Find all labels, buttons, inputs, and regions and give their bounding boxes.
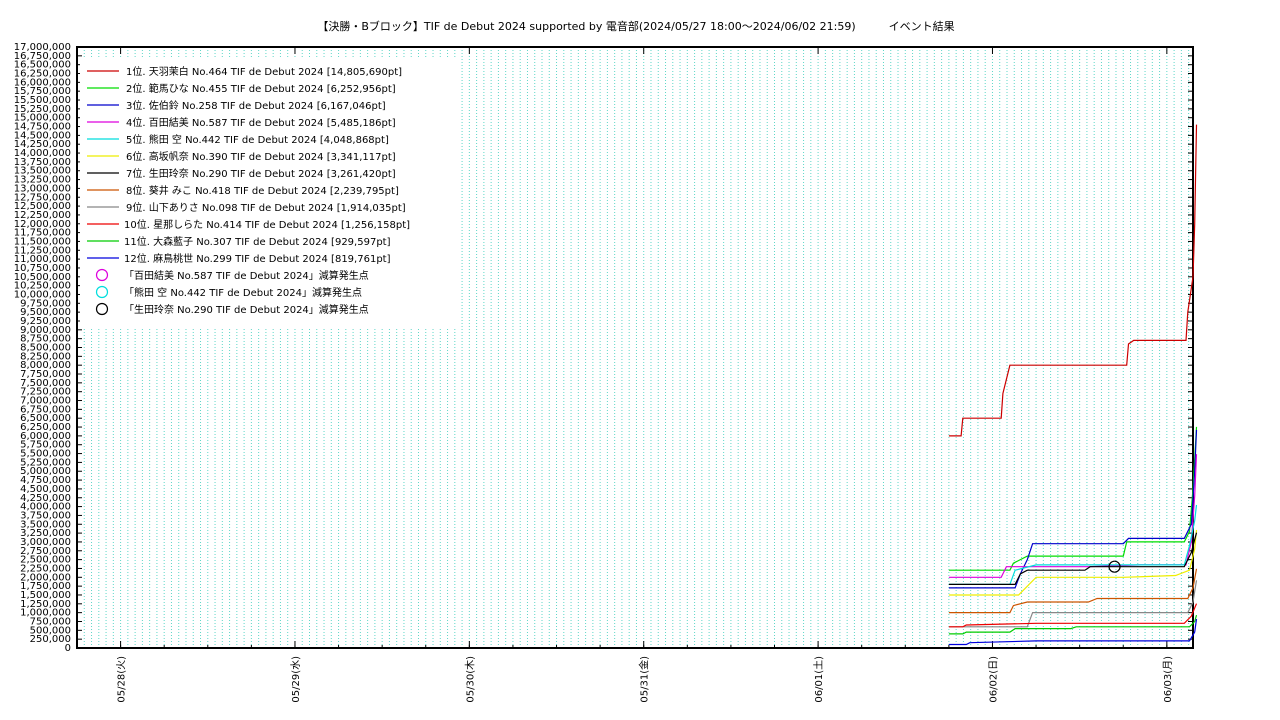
legend-label: 10位. 星那しらた No.414 TIF de Debut 2024 [1,2… <box>124 218 410 231</box>
legend-label: 3位. 佐伯鈴 No.258 TIF de Debut 2024 [6,167,… <box>126 99 386 112</box>
legend-label: 2位. 範馬ひな No.455 TIF de Debut 2024 [6,252… <box>126 82 396 95</box>
x-tick-label: 05/29(水) <box>290 656 302 703</box>
legend-label: 「百田結美 No.587 TIF de Debut 2024」減算発生点 <box>124 269 369 282</box>
x-tick-label: 06/01(土) <box>812 656 825 703</box>
series-line-10 <box>948 603 1198 628</box>
legend-label: 11位. 大森藍子 No.307 TIF de Debut 2024 [929,… <box>124 235 391 248</box>
x-tick-label: 05/28(火) <box>116 656 128 703</box>
x-tick-label: 05/30(木) <box>464 656 476 703</box>
legend-label: 7位. 生田玲奈 No.290 TIF de Debut 2024 [3,261… <box>126 167 396 180</box>
x-tick-label: 06/02(日) <box>988 656 999 703</box>
legend: 1位. 天羽茉白 No.464 TIF de Debut 2024 [14,80… <box>80 58 460 327</box>
legend-label: 1位. 天羽茉白 No.464 TIF de Debut 2024 [14,80… <box>126 65 402 78</box>
legend-label: 6位. 高坂帆奈 No.390 TIF de Debut 2024 [3,341… <box>126 150 396 163</box>
y-tick-label: 17,000,000 <box>14 42 71 53</box>
legend-label: 5位. 熊田 空 No.442 TIF de Debut 2024 [4,048… <box>126 133 389 146</box>
x-tick-label: 06/03(月) <box>1162 656 1174 703</box>
x-tick-label: 05/31(金) <box>638 656 651 703</box>
series-lines <box>948 124 1198 646</box>
legend-label: 4位. 百田結美 No.587 TIF de Debut 2024 [5,485… <box>126 116 396 129</box>
legend-label: 12位. 麻鳥桃世 No.299 TIF de Debut 2024 [819,… <box>124 252 391 265</box>
series-line-3 <box>948 429 1198 589</box>
chart: 05/28(火) 05/29(水) 05/30(木) 05/31(金) 06/01(土)… <box>14 19 1198 703</box>
legend-label: 8位. 葵井 みこ No.418 TIF de Debut 2024 [2,23… <box>126 184 399 197</box>
legend-label: 「生田玲奈 No.290 TIF de Debut 2024」減算発生点 <box>124 303 369 316</box>
chart-title: 【決勝・Bブロック】TIF de Debut 2024 supported by… <box>317 19 954 33</box>
legend-label: 「熊田 空 No.442 TIF de Debut 2024」減算発生点 <box>124 286 362 299</box>
legend-label: 9位. 山下ありさ No.098 TIF de Debut 2024 [1,91… <box>126 201 406 214</box>
